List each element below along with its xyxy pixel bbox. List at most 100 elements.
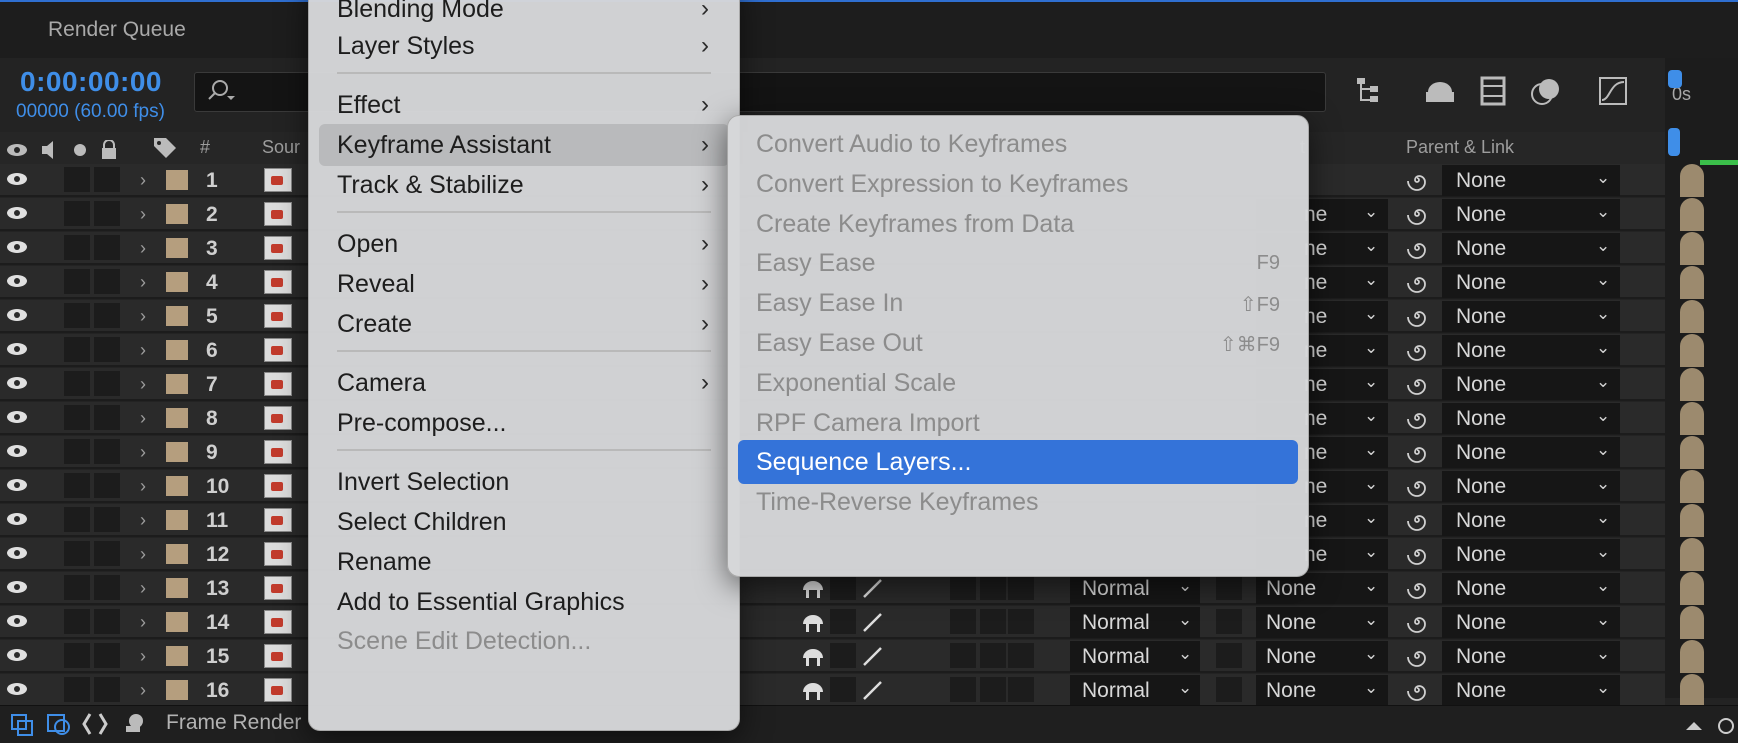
eye-icon[interactable] [6,647,28,663]
expand-chevron-icon[interactable]: › [140,476,146,497]
menu-item-add-to-essential-graphics[interactable]: Add to Essential Graphics [309,582,739,622]
tab-render-queue[interactable]: Render Queue [48,18,186,42]
submenu-item-sequence-layers[interactable]: Sequence Layers... [738,440,1298,485]
shy-icon[interactable] [800,612,826,634]
label-color-swatch[interactable] [166,408,188,428]
solo-switch[interactable] [64,371,90,396]
eye-icon[interactable] [6,681,28,697]
quality-slash-icon[interactable] [860,644,884,668]
lock-switch[interactable] [94,439,120,464]
flowchart-icon[interactable] [1354,72,1390,110]
lock-switch[interactable] [94,405,120,430]
layer-row[interactable]: › 14 Normal ⌄ None ⌄ None ⌄ [0,606,1704,639]
motion-blur-switch[interactable] [980,609,1006,634]
pick-whip-icon[interactable] [1406,645,1428,667]
pick-whip-icon[interactable] [1406,509,1428,531]
expand-chevron-icon[interactable]: › [140,612,146,633]
solo-switch[interactable] [64,677,90,702]
lock-switch[interactable] [94,167,120,192]
quality-slash-icon[interactable] [860,678,884,702]
layer-duration-bar[interactable] [1680,334,1704,367]
eye-icon[interactable] [6,443,28,459]
shy-icon[interactable] [800,578,826,600]
pick-whip-icon[interactable] [1406,611,1428,633]
eye-icon[interactable] [6,511,28,527]
collapse-switch[interactable] [830,677,856,702]
label-color-swatch[interactable] [166,442,188,462]
expand-chevron-icon[interactable]: › [140,442,146,463]
expand-chevron-icon[interactable]: › [140,170,146,191]
eye-icon[interactable] [6,205,28,221]
submenu-item-easy-ease-in[interactable]: Easy Ease In ⇧F9 [738,283,1298,323]
submenu-item-create-keyframes-from-data[interactable]: Create Keyframes from Data [738,204,1298,244]
footer-toggle-icons[interactable] [8,711,148,737]
label-color-swatch[interactable] [166,204,188,224]
lock-switch[interactable] [94,643,120,668]
pick-whip-icon[interactable] [1406,271,1428,293]
menu-item-track-stabilize[interactable]: Track & Stabilize › [309,165,739,205]
layer-duration-bar[interactable] [1680,266,1704,299]
pick-whip-icon[interactable] [1406,339,1428,361]
label-color-swatch[interactable] [166,544,188,564]
label-color-swatch[interactable] [166,238,188,258]
adjustment-switch[interactable] [1008,609,1034,634]
expand-chevron-icon[interactable]: › [140,408,146,429]
pick-whip-icon[interactable] [1406,169,1428,191]
timecode-display[interactable]: 0:00:00:00 [20,66,162,98]
lock-switch[interactable] [94,201,120,226]
adjustment-switch[interactable] [1008,677,1034,702]
label-color-swatch[interactable] [166,476,188,496]
lock-switch[interactable] [94,541,120,566]
solo-switch[interactable] [64,609,90,634]
lock-switch[interactable] [94,303,120,328]
expand-chevron-icon[interactable]: › [140,340,146,361]
layer-duration-bar[interactable] [1680,640,1704,673]
collapse-switch[interactable] [830,609,856,634]
eye-icon[interactable] [6,375,28,391]
menu-item-rename[interactable]: Rename [309,542,739,582]
pick-whip-icon[interactable] [1406,203,1428,225]
motion-blur-icon[interactable] [1528,72,1564,110]
layer-duration-bar[interactable] [1680,538,1704,571]
shy-icon[interactable] [800,646,826,668]
lock-switch[interactable] [94,575,120,600]
collapse-switch[interactable] [830,643,856,668]
menu-item-pre-compose[interactable]: Pre-compose... [309,403,739,443]
layer-duration-bar[interactable] [1680,606,1704,639]
effect-switch[interactable] [950,609,976,634]
eye-icon[interactable] [6,579,28,595]
motion-blur-switch[interactable] [980,677,1006,702]
eye-icon[interactable] [6,409,28,425]
preserve-transparency-switch[interactable] [1216,575,1242,600]
solo-switch[interactable] [64,167,90,192]
label-color-swatch[interactable] [166,272,188,292]
submenu-item-convert-expression-to-keyframes[interactable]: Convert Expression to Keyframes [738,164,1298,204]
submenu-item-easy-ease[interactable]: Easy Ease F9 [738,243,1298,283]
work-area-start[interactable] [1668,70,1682,88]
solo-switch[interactable] [64,575,90,600]
quality-slash-icon[interactable] [860,576,884,600]
preserve-transparency-switch[interactable] [1216,609,1242,634]
submenu-item-time-reverse-keyframes[interactable]: Time-Reverse Keyframes [738,482,1298,522]
motion-blur-switch[interactable] [980,575,1006,600]
in-point-handle[interactable] [1668,128,1680,156]
eye-icon[interactable] [6,545,28,561]
lock-switch[interactable] [94,609,120,634]
layer-duration-bar[interactable] [1680,164,1704,197]
solo-switch[interactable] [64,303,90,328]
submenu-item-convert-audio-to-keyframes[interactable]: Convert Audio to Keyframes [738,124,1298,164]
motion-blur-switch[interactable] [980,643,1006,668]
lock-switch[interactable] [94,473,120,498]
label-color-swatch[interactable] [166,306,188,326]
lock-switch[interactable] [94,337,120,362]
menu-item-blending-mode[interactable]: Blending Mode › [309,0,739,29]
label-color-swatch[interactable] [166,510,188,530]
quality-slash-icon[interactable] [860,610,884,634]
menu-item-effect[interactable]: Effect › [309,85,739,125]
solo-switch[interactable] [64,201,90,226]
layer-duration-bar[interactable] [1680,300,1704,333]
submenu-item-easy-ease-out[interactable]: Easy Ease Out ⇧⌘F9 [738,323,1298,363]
lock-switch[interactable] [94,371,120,396]
solo-switch[interactable] [64,439,90,464]
expand-chevron-icon[interactable]: › [140,680,146,701]
